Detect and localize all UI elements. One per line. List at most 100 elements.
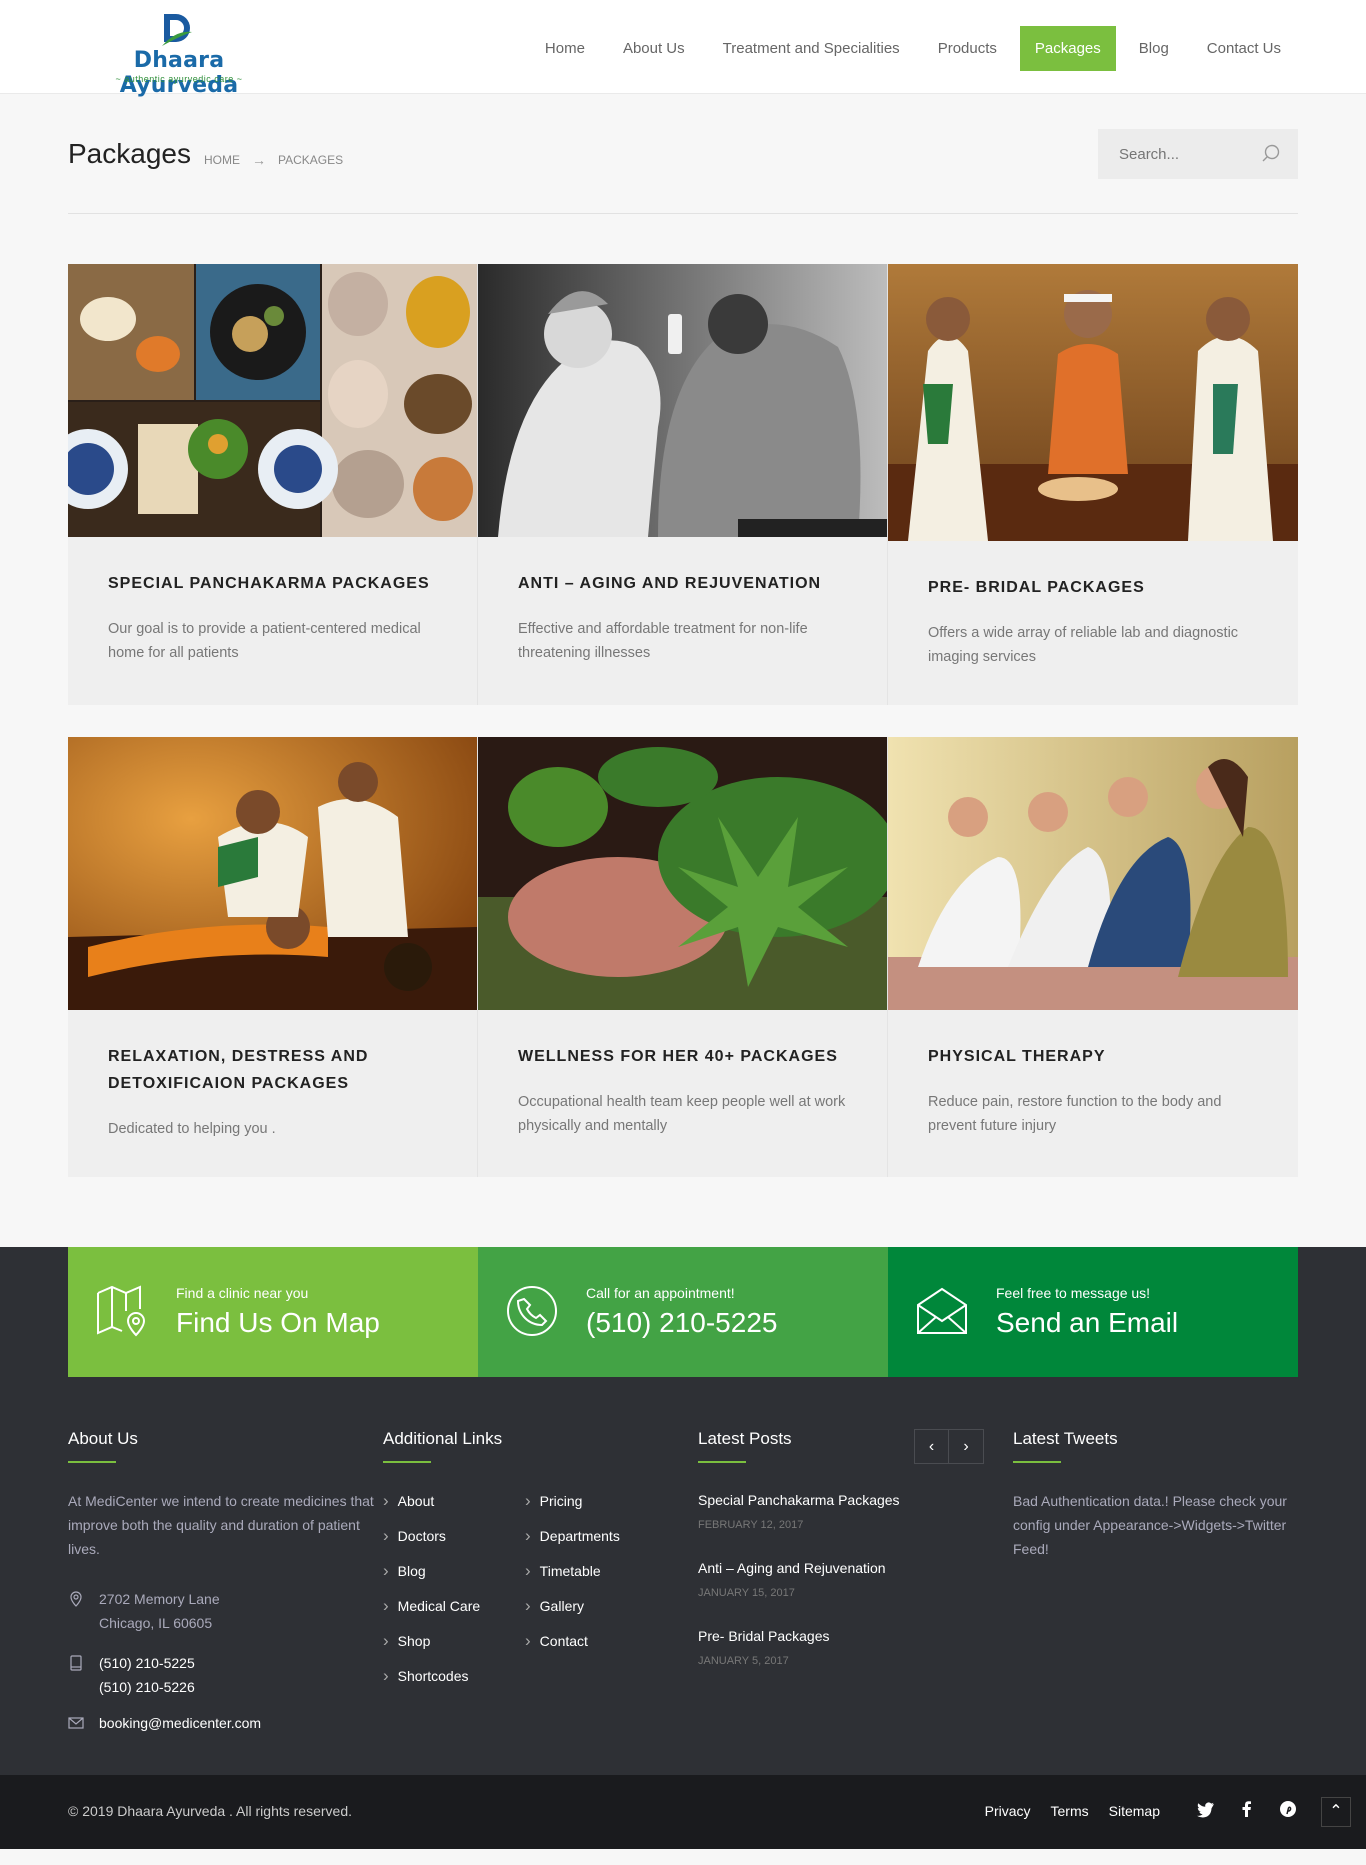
post-date: FEBRUARY 12, 2017: [698, 1519, 804, 1531]
phone-line1[interactable]: (510) 210-5225: [99, 1651, 383, 1675]
nav-products[interactable]: Products: [923, 26, 1012, 71]
links-col2: Pricing Departments Timetable Gallery Co…: [525, 1489, 667, 1699]
page-title: Packages: [68, 138, 191, 169]
package-title[interactable]: ANTI – AGING AND REJUVENATION: [518, 570, 847, 597]
footer-link-about[interactable]: About: [383, 1489, 525, 1524]
post-title[interactable]: Pre- Bridal Packages: [698, 1625, 1013, 1647]
package-card[interactable]: PRE- BRIDAL PACKAGES Offers a wide array…: [888, 264, 1298, 705]
wellness-photo: [478, 737, 887, 1010]
pinterest-icon[interactable]: [1278, 1799, 1298, 1819]
facebook-icon[interactable]: [1237, 1799, 1257, 1819]
chevron-left-icon[interactable]: ‹: [914, 1429, 949, 1464]
footer-posts: Latest Posts Special Panchakarma Package…: [698, 1429, 1013, 1735]
breadcrumb-home[interactable]: HOME: [204, 153, 240, 167]
package-title[interactable]: RELAXATION, DESTRESS AND DETOXIFICAION P…: [108, 1043, 437, 1097]
package-image[interactable]: [478, 264, 887, 537]
twitter-icon[interactable]: [1196, 1799, 1216, 1819]
footer-link-departments[interactable]: Departments: [525, 1524, 667, 1559]
post-date: JANUARY 15, 2017: [698, 1587, 795, 1599]
footer-links-heading: Additional Links: [383, 1429, 698, 1463]
package-card[interactable]: PHYSICAL THERAPY Reduce pain, restore fu…: [888, 737, 1298, 1177]
links-col1: About Doctors Blog Medical Care Shop Sho…: [383, 1489, 525, 1699]
breadcrumb-current: PACKAGES: [278, 153, 344, 167]
package-image[interactable]: [888, 737, 1298, 1010]
footer-link-shop[interactable]: Shop: [383, 1629, 525, 1664]
mail-icon: [68, 1717, 84, 1729]
package-image[interactable]: [478, 737, 887, 1010]
package-desc: Occupational health team keep people wel…: [518, 1094, 846, 1134]
map-icon: [97, 1285, 146, 1337]
packages-grid: SPECIAL PANCHAKARMA PACKAGES Our goal is…: [68, 264, 1298, 705]
package-card[interactable]: SPECIAL PANCHAKARMA PACKAGES Our goal is…: [68, 264, 478, 705]
find-map-box[interactable]: Find a clinic near you Find Us On Map: [68, 1247, 478, 1377]
footer-link-contact[interactable]: Contact: [525, 1629, 667, 1664]
arrow-right-icon: →: [252, 152, 266, 168]
call-big[interactable]: (510) 210-5225: [586, 1307, 777, 1339]
package-desc: Offers a wide array of reliable lab and …: [928, 625, 1239, 665]
nav-blog[interactable]: Blog: [1124, 26, 1184, 71]
bottom-bar: © 2019 Dhaara Ayurveda . All rights rese…: [0, 1775, 1366, 1849]
sitemap-link[interactable]: Sitemap: [1109, 1803, 1160, 1819]
footer-link-blog[interactable]: Blog: [383, 1559, 525, 1594]
title-bar: Packages HOME → PACKAGES: [68, 94, 1298, 214]
footer-about-heading: About Us: [68, 1429, 383, 1463]
footer-link-timetable[interactable]: Timetable: [525, 1559, 667, 1594]
email-small: Feel free to message us!: [996, 1285, 1151, 1301]
package-card[interactable]: RELAXATION, DESTRESS AND DETOXIFICAION P…: [68, 737, 478, 1177]
nav-contact-us[interactable]: Contact Us: [1192, 26, 1296, 71]
footer-link-medical-care[interactable]: Medical Care: [383, 1594, 525, 1629]
find-map-big[interactable]: Find Us On Map: [176, 1307, 380, 1339]
nav-packages[interactable]: Packages: [1019, 26, 1116, 71]
privacy-link[interactable]: Privacy: [985, 1803, 1031, 1819]
package-desc: Reduce pain, restore function to the bod…: [928, 1094, 1222, 1134]
terms-link[interactable]: Terms: [1051, 1803, 1089, 1819]
post-title[interactable]: Special Panchakarma Packages: [698, 1489, 1013, 1511]
footer-link-gallery[interactable]: Gallery: [525, 1594, 667, 1629]
site-logo[interactable]: Dhaara Ayurveda ~ authentic ayurvedic ca…: [74, 12, 284, 98]
breadcrumb: HOME → PACKAGES: [204, 152, 343, 168]
package-title[interactable]: PRE- BRIDAL PACKAGES: [928, 574, 1258, 601]
post-date: JANUARY 5, 2017: [698, 1655, 789, 1667]
social-links: [1175, 1799, 1298, 1819]
email-link[interactable]: booking@medicenter.com: [99, 1711, 383, 1735]
footer-about: About Us At MediCenter we intend to crea…: [68, 1429, 383, 1735]
package-image[interactable]: [68, 264, 477, 537]
bottom-links: Privacy Terms Sitemap: [965, 1803, 1160, 1819]
search-icon[interactable]: [1260, 143, 1282, 165]
email-box[interactable]: Feel free to message us! Send an Email: [888, 1247, 1298, 1377]
footer-tweets-heading: Latest Tweets: [1013, 1429, 1298, 1463]
nav-about-us[interactable]: About Us: [608, 26, 700, 71]
package-image[interactable]: [888, 264, 1298, 541]
therapy-photo: [888, 737, 1298, 1010]
email-big[interactable]: Send an Email: [996, 1307, 1178, 1339]
package-title[interactable]: PHYSICAL THERAPY: [928, 1043, 1258, 1070]
chevron-right-icon[interactable]: ›: [949, 1429, 984, 1464]
footer-link-shortcodes[interactable]: Shortcodes: [383, 1664, 525, 1699]
package-body: SPECIAL PANCHAKARMA PACKAGES Our goal is…: [68, 537, 477, 701]
footer-link-pricing[interactable]: Pricing: [525, 1489, 667, 1524]
site-footer: Find a clinic near you Find Us On Map Ca…: [0, 1247, 1366, 1775]
phone-line2[interactable]: (510) 210-5226: [99, 1675, 383, 1699]
package-image[interactable]: [68, 737, 477, 1010]
bridal-photo: [888, 264, 1298, 541]
call-box[interactable]: Call for an appointment! (510) 210-5225: [478, 1247, 888, 1377]
search-input[interactable]: [1098, 129, 1258, 179]
package-title[interactable]: SPECIAL PANCHAKARMA PACKAGES: [108, 570, 437, 597]
package-body: PRE- BRIDAL PACKAGES Offers a wide array…: [888, 541, 1298, 705]
back-to-top-icon[interactable]: ⌃: [1321, 1797, 1351, 1827]
posts-carousel-nav: ‹ ›: [914, 1429, 984, 1464]
footer-link-doctors[interactable]: Doctors: [383, 1524, 525, 1559]
footer-tweets: Latest Tweets Bad Authentication data.! …: [1013, 1429, 1298, 1735]
mobile-phone-icon: [70, 1655, 82, 1671]
footer-links: Additional Links About Doctors Blog Medi…: [383, 1429, 698, 1735]
post-title[interactable]: Anti – Aging and Rejuvenation: [698, 1557, 1013, 1579]
call-small: Call for an appointment!: [586, 1285, 735, 1301]
nav-treatment[interactable]: Treatment and Specialities: [708, 26, 915, 71]
relaxation-photo: [68, 737, 477, 1010]
nav-home[interactable]: Home: [530, 26, 600, 71]
find-map-small: Find a clinic near you: [176, 1285, 309, 1301]
massage-photo: [478, 264, 887, 537]
package-title[interactable]: WELLNESS FOR HER 40+ PACKAGES: [518, 1043, 847, 1070]
package-card[interactable]: WELLNESS FOR HER 40+ PACKAGES Occupation…: [478, 737, 888, 1177]
package-card[interactable]: ANTI – AGING AND REJUVENATION Effective …: [478, 264, 888, 705]
